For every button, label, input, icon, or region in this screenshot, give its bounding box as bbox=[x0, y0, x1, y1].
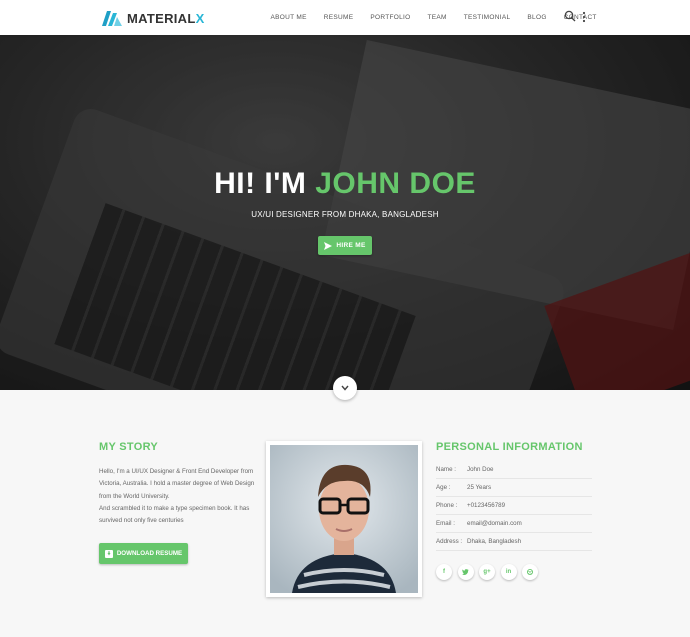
hero-name: JOHN DOE bbox=[315, 167, 476, 200]
social-links: f g+ in bbox=[436, 564, 544, 580]
nav-item-resume[interactable]: RESUME bbox=[324, 14, 354, 21]
profile-photo bbox=[266, 441, 422, 597]
nav-item-team[interactable]: TEAM bbox=[428, 14, 447, 21]
my-story-text: Hello, I'm a UI/UX Designer & Front End … bbox=[99, 468, 255, 525]
facebook-icon[interactable]: f bbox=[436, 564, 452, 580]
download-resume-button[interactable]: DOWNLOAD RESUME bbox=[99, 543, 188, 564]
info-label: Address : bbox=[436, 538, 463, 545]
nav-item-testimonial[interactable]: TESTIMONIAL bbox=[464, 14, 511, 21]
scroll-down-button[interactable] bbox=[333, 376, 357, 400]
info-value: John Doe bbox=[467, 466, 494, 473]
navbar: MATERIALX ABOUT ME RESUME PORTFOLIO TEAM… bbox=[0, 0, 690, 35]
info-label: Email : bbox=[436, 520, 455, 527]
more-vert-icon[interactable] bbox=[581, 11, 587, 23]
nav-item-about[interactable]: ABOUT ME bbox=[271, 14, 307, 21]
dribbble-icon[interactable] bbox=[522, 564, 538, 580]
linkedin-icon[interactable]: in bbox=[500, 564, 517, 580]
info-row-address: Address : Dhaka, Bangladesh bbox=[436, 533, 592, 551]
logo[interactable]: MATERIALX bbox=[102, 9, 205, 27]
search-icon[interactable] bbox=[564, 10, 576, 22]
nav-item-portfolio[interactable]: PORTFOLIO bbox=[370, 14, 410, 21]
download-icon bbox=[104, 549, 113, 558]
hero-title: HI! I'M JOHN DOE bbox=[214, 167, 476, 200]
logo-text: MATERIALX bbox=[127, 10, 205, 26]
info-row-email: Email : email@domain.com bbox=[436, 515, 592, 533]
info-value[interactable]: email@domain.com bbox=[467, 520, 522, 527]
info-row-age: Age : 25 Years bbox=[436, 479, 592, 497]
google-plus-icon[interactable]: g+ bbox=[479, 564, 495, 580]
info-row-name: Name : John Doe bbox=[436, 461, 592, 479]
info-label: Phone : bbox=[436, 502, 458, 509]
twitter-icon[interactable] bbox=[457, 564, 474, 580]
my-story-title: MY STORY bbox=[99, 441, 159, 453]
personal-information-title: PERSONAL INFORMATION bbox=[436, 441, 583, 453]
hero-subtitle: UX/UI DESIGNER FROM DHAKA, BANGLADESH bbox=[251, 210, 439, 219]
profile-portrait-image bbox=[270, 445, 418, 593]
info-label: Age : bbox=[436, 484, 451, 491]
logo-icon bbox=[102, 10, 122, 26]
send-icon bbox=[324, 241, 333, 250]
hero-section: HI! I'M JOHN DOE UX/UI DESIGNER FROM DHA… bbox=[0, 35, 690, 390]
nav-item-blog[interactable]: BLOG bbox=[527, 14, 546, 21]
personal-information-list: Name : John Doe Age : 25 Years Phone : +… bbox=[436, 461, 592, 551]
info-row-phone: Phone : +0123456789 bbox=[436, 497, 592, 515]
chevron-down-icon bbox=[341, 385, 349, 391]
info-value: Dhaka, Bangladesh bbox=[467, 538, 522, 545]
info-value: +0123456789 bbox=[467, 502, 506, 509]
info-value: 25 Years bbox=[467, 484, 492, 491]
info-label: Name : bbox=[436, 466, 456, 473]
nav-menu: ABOUT ME RESUME PORTFOLIO TEAM TESTIMONI… bbox=[262, 0, 605, 35]
hire-me-button[interactable]: HIRE ME bbox=[318, 236, 372, 255]
